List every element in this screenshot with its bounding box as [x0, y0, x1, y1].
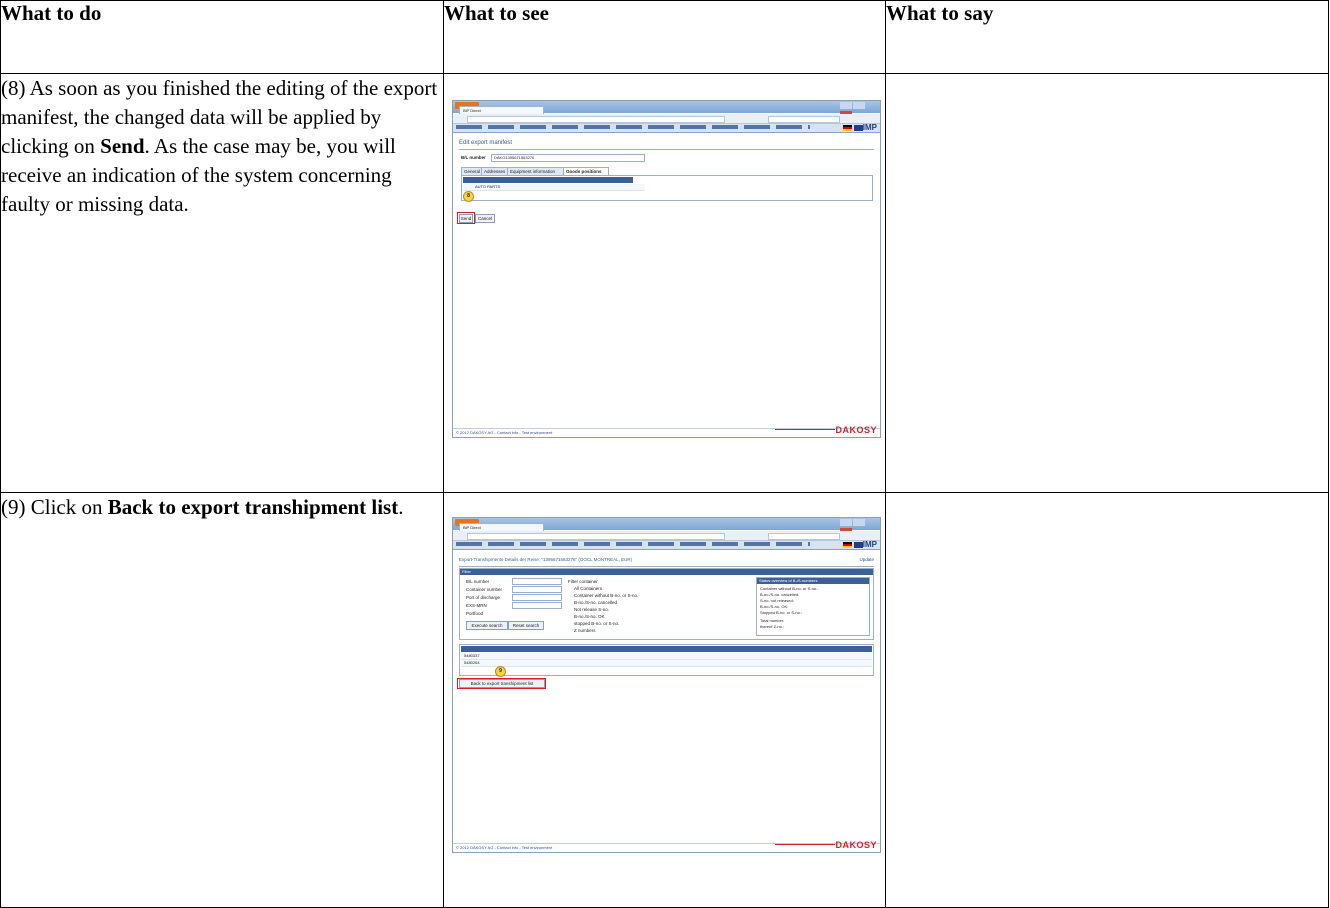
filter-label-mrn: EXS-MRN [466, 603, 487, 608]
reset-search-button[interactable]: Reset search [508, 621, 544, 630]
page-title: Edit export manifest [459, 137, 874, 150]
status-row: Container without B-no. or S-no.: [760, 586, 819, 591]
step-8-say [885, 73, 1329, 493]
nav-menu: IMP [453, 540, 880, 550]
page-title-text: Export-Transhipments-Details der Reise: … [459, 557, 633, 562]
radio-all[interactable]: All Containers [574, 586, 602, 591]
header-row: What to do What to see What to say [0, 0, 1329, 74]
filter-label-container: Container number [466, 587, 503, 592]
dakosy-logo: DAKOSY [776, 425, 877, 435]
port-input[interactable] [512, 594, 562, 601]
bl-select[interactable]: DAKO1395671563276 [491, 154, 645, 162]
send-button[interactable]: Send [459, 214, 473, 223]
table-row[interactable]: 5480337 [461, 653, 872, 660]
step-8-bold: Send [100, 134, 145, 158]
radio-not-release[interactable]: Not release S-no. [574, 607, 609, 612]
bl-label: B/L number [461, 155, 486, 160]
mrn-input[interactable] [512, 602, 562, 609]
status-row: Total number: [760, 618, 785, 623]
radio-z[interactable]: Z numbers [574, 628, 596, 633]
container-input[interactable] [512, 586, 562, 593]
devs-link[interactable]: 5480264 [464, 660, 480, 665]
devs-link[interactable]: 5480337 [464, 653, 480, 658]
status-row: S-no. not released: [760, 598, 794, 603]
instruction-table: What to do What to see What to say (8) A… [0, 0, 1329, 908]
header-what-to-do: What to do [0, 0, 444, 74]
filter-container-label: Filter container [568, 579, 598, 584]
goods-grid: AUTO PARTS [461, 175, 873, 201]
page-title: Export-Transhipments-Details der Reise: … [459, 554, 874, 567]
goods-desc: AUTO PARTS [475, 184, 501, 189]
status-overview: Status overview of B-/S-numbers Containe… [756, 577, 870, 636]
step-9-say [885, 492, 1329, 908]
dakosy-logo: DAKOSY [776, 840, 877, 850]
filter-heading: Filter [460, 569, 873, 575]
execute-search-button[interactable]: Execute search [466, 621, 508, 630]
radio-stopped[interactable]: stopped B-no. or S-no. [574, 621, 619, 626]
filter-label-portfood: Portfood [466, 611, 484, 616]
back-to-list-button[interactable]: Back to export transhipment list [459, 679, 545, 688]
status-row: thereof Z-no.: [760, 624, 785, 629]
bl-input[interactable] [512, 578, 562, 585]
step-8-instruction: (8) As soon as you finished the editing … [0, 73, 444, 493]
header-what-to-see: What to see [443, 0, 886, 74]
goods-row: AUTO PARTS [463, 184, 645, 191]
status-row: B-no./S-no. cancelled: [760, 592, 800, 597]
status-title: Status overview of B-/S-numbers [757, 578, 869, 584]
step-9-bold: Back to export transhipment list [107, 495, 399, 519]
imp-label: IMP [862, 123, 877, 132]
radio-without[interactable]: Container without B-no. or S-no. [574, 593, 638, 598]
step-9-text-suffix: . [398, 495, 404, 519]
filter-label-bl: B/L number [466, 579, 490, 584]
filter-panel: Filter B/L number Container number Port … [459, 568, 874, 640]
step-marker: 9 [495, 666, 506, 677]
step-marker: 8 [463, 191, 474, 202]
update-link[interactable]: Update [859, 554, 874, 566]
step-row-8: (8) As soon as you finished the editing … [0, 73, 1329, 493]
imp-label: IMP [862, 540, 877, 549]
step-9-text-prefix: (9) Click on [1, 495, 108, 519]
step-8-screenshot-cell: BiP Direct IMP Edit export manifest B/L … [443, 73, 886, 493]
radio-cancelled[interactable]: B-no./S-no. cancelled [574, 600, 617, 605]
step-9-screenshot-cell: BiP Direct IMP Export-Transhipments-Deta… [443, 492, 886, 908]
status-row: B-no./S-no. OK: [760, 604, 789, 609]
status-row: Stopped B-no. or S-no.: [760, 610, 803, 615]
filter-label-port: Port of discharge [466, 595, 501, 600]
cancel-button[interactable]: Cancel [475, 214, 495, 223]
step-8-screenshot: BiP Direct IMP Edit export manifest B/L … [452, 100, 881, 438]
table-row[interactable]: 5480264 [461, 660, 872, 667]
transhipment-grid: 5480337 5480264 [459, 644, 874, 676]
step-row-9: (9) Click on Back to export transhipment… [0, 492, 1329, 908]
radio-ok[interactable]: B-no./S-no. OK [574, 614, 605, 619]
nav-menu: IMP [453, 123, 880, 133]
step-9-screenshot: BiP Direct IMP Export-Transhipments-Deta… [452, 517, 881, 853]
header-what-to-say: What to say [885, 0, 1329, 74]
step-9-instruction: (9) Click on Back to export transhipment… [0, 492, 444, 908]
